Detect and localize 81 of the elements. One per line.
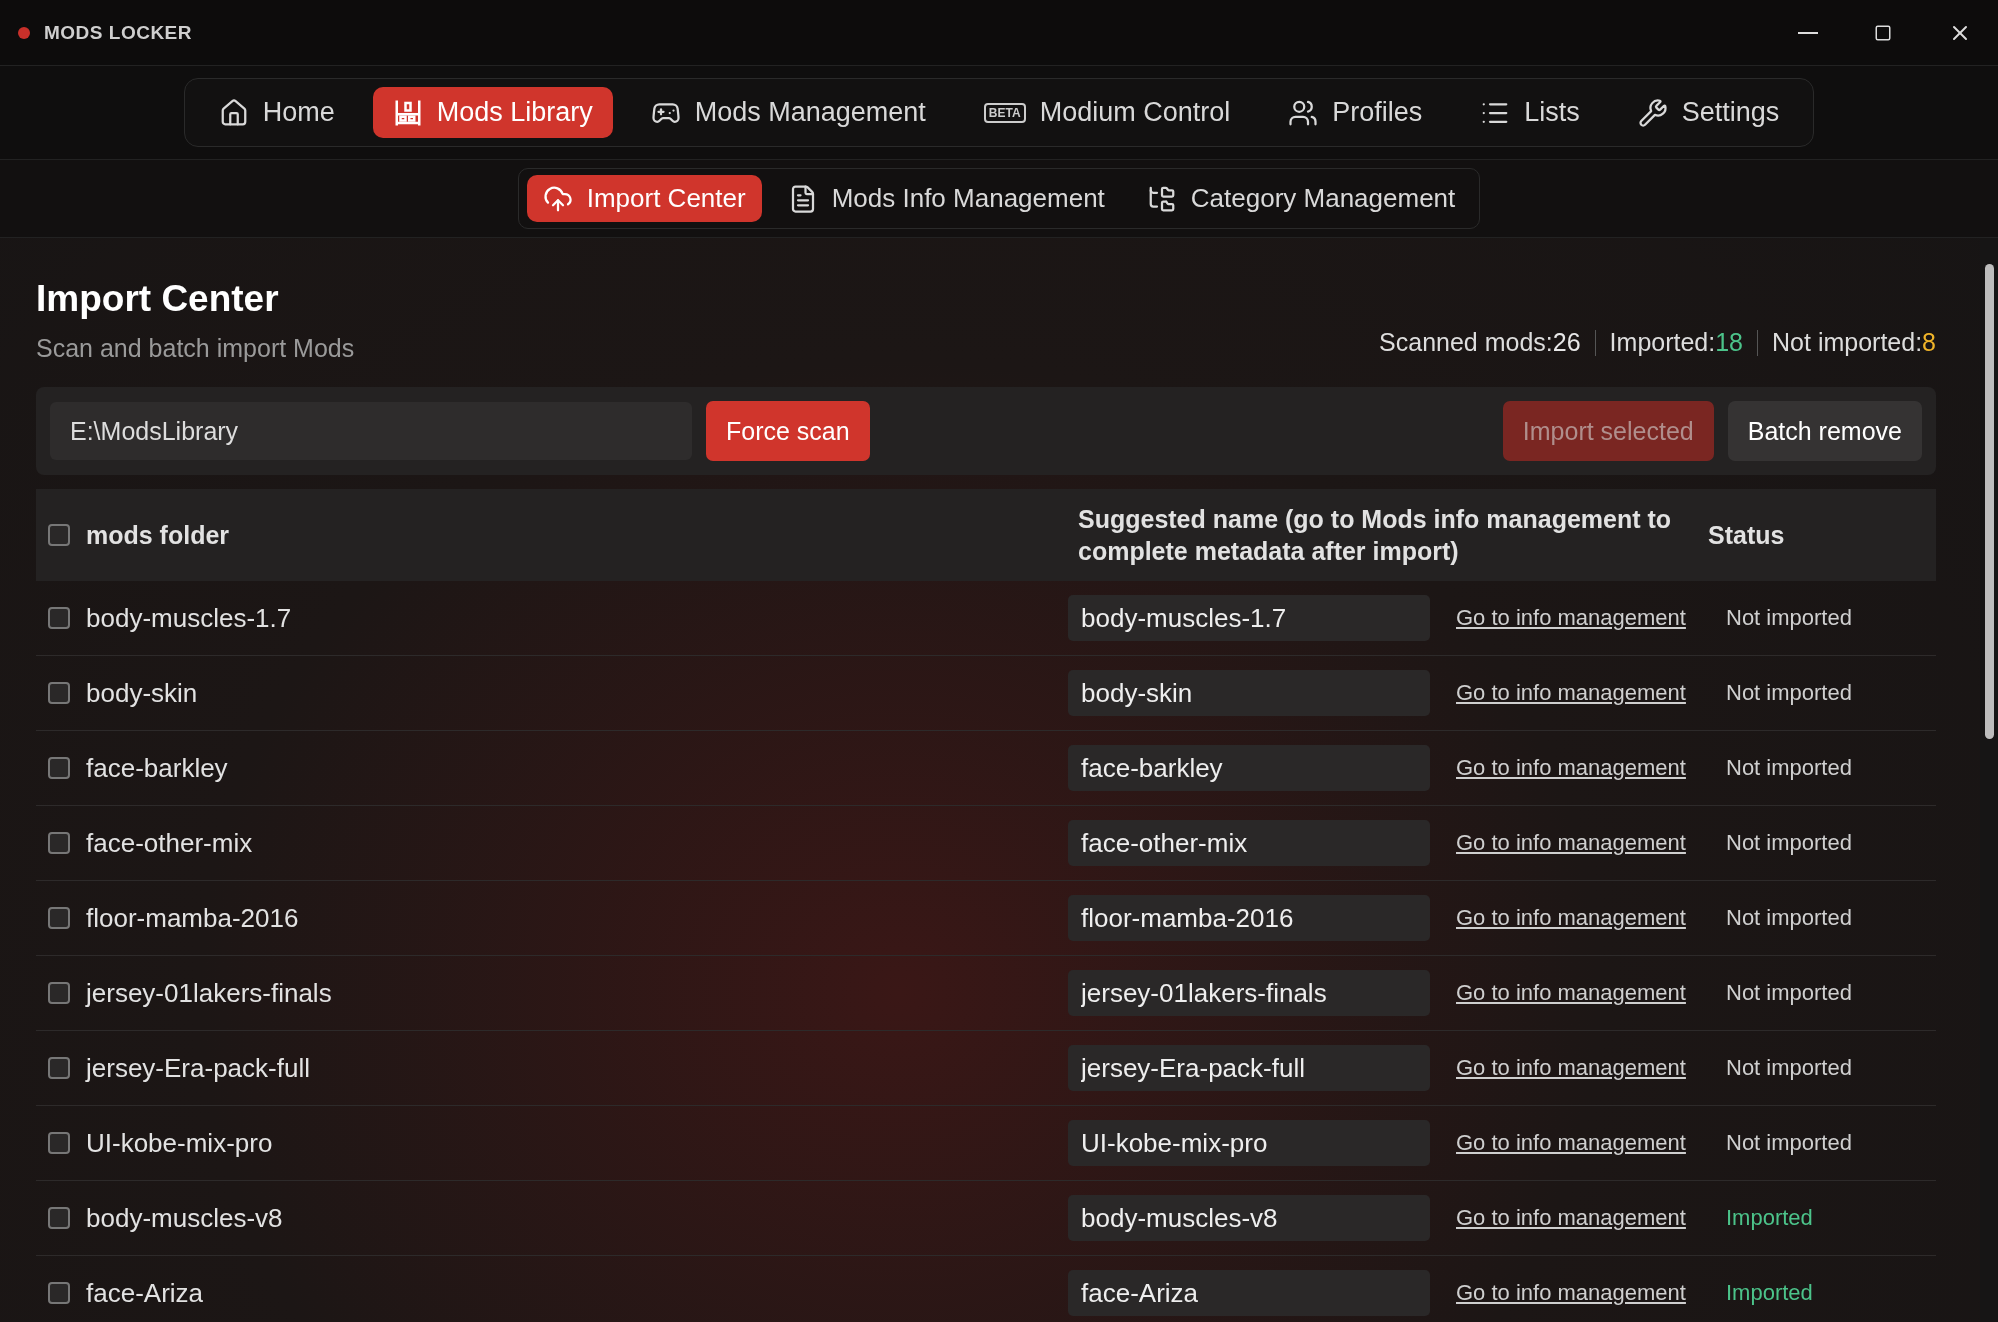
tools-icon	[1637, 97, 1668, 128]
suggested-name-field[interactable]: face-other-mix	[1068, 820, 1430, 866]
suggested-name-field[interactable]: jersey-01lakers-finals	[1068, 970, 1430, 1016]
stat-value: 8	[1922, 328, 1936, 357]
info-management-link[interactable]: Go to info management	[1456, 1280, 1726, 1306]
status-text: Imported	[1726, 1205, 1814, 1231]
suggested-name-field[interactable]: jersey-Era-pack-full	[1068, 1045, 1430, 1091]
info-management-link[interactable]: Go to info management	[1456, 1205, 1726, 1231]
force-scan-button[interactable]: Force scan	[706, 401, 870, 461]
folder-name: face-barkley	[86, 752, 228, 784]
status-text: Imported	[1726, 1280, 1814, 1306]
suggested-name-field[interactable]: floor-mamba-2016	[1068, 895, 1430, 941]
nav-tab[interactable]: Profiles	[1268, 87, 1443, 138]
stat-value: 18	[1715, 328, 1744, 357]
info-management-link[interactable]: Go to info management	[1456, 680, 1726, 706]
app-logo-dot	[18, 26, 30, 39]
folder-name: UI-kobe-mix-pro	[86, 1127, 273, 1159]
column-header: Suggested name (go to Mods info management to complete metadata after import)	[1078, 503, 1673, 567]
nav-tab[interactable]: Mods Management	[630, 87, 946, 138]
sub-nav-tab[interactable]: Category Management	[1130, 175, 1472, 222]
folder-name: body-skin	[86, 677, 198, 709]
row-checkbox[interactable]	[48, 982, 70, 1004]
nav-tab[interactable]: Home	[198, 87, 355, 138]
status-text: Not imported	[1726, 905, 1853, 931]
select-all-checkbox[interactable]	[48, 524, 70, 546]
status-text: Not imported	[1726, 680, 1853, 706]
info-management-link[interactable]: Go to info management	[1456, 605, 1726, 631]
stat-label: Imported:	[1609, 328, 1716, 357]
nav-tab[interactable]: BETA Modium Control	[963, 87, 1251, 138]
maximize-icon	[1874, 23, 1892, 42]
beta-badge: BETA	[983, 102, 1026, 123]
stat-label: Scanned mods:	[1379, 328, 1553, 357]
status-text: Not imported	[1726, 605, 1853, 631]
row-checkbox[interactable]	[48, 1132, 70, 1154]
suggested-name-field[interactable]: UI-kobe-mix-pro	[1068, 1120, 1430, 1166]
path-field[interactable]: E:\ModsLibrary	[50, 402, 692, 460]
column-header: Status	[1708, 519, 1785, 551]
info-management-link[interactable]: Go to info management	[1456, 980, 1726, 1006]
folder-name: face-Ariza	[86, 1277, 204, 1309]
nav-tab[interactable]: Lists	[1460, 87, 1600, 138]
minimize-icon	[1798, 31, 1818, 34]
row-checkbox[interactable]	[48, 607, 70, 629]
page-title: Import Center	[36, 278, 280, 320]
info-management-link[interactable]: Go to info management	[1456, 1130, 1726, 1156]
nav-tab[interactable]: Mods Library	[372, 87, 613, 138]
folder-name: body-muscles-1.7	[86, 602, 292, 634]
column-header: mods folder	[86, 519, 230, 551]
sub-nav-tab[interactable]: Mods Info Management	[771, 175, 1121, 222]
row-checkbox[interactable]	[48, 1207, 70, 1229]
suggested-name-field[interactable]: face-Ariza	[1068, 1270, 1430, 1316]
row-checkbox[interactable]	[48, 757, 70, 779]
status-text: Not imported	[1726, 1055, 1853, 1081]
suggested-name-field[interactable]: face-barkley	[1068, 745, 1430, 791]
row-checkbox[interactable]	[48, 1057, 70, 1079]
folder-name: jersey-01lakers-finals	[86, 977, 332, 1009]
row-checkbox[interactable]	[48, 832, 70, 854]
info-management-link[interactable]: Go to info management	[1456, 830, 1726, 856]
row-checkbox[interactable]	[48, 1282, 70, 1304]
suggested-name-field[interactable]: body-muscles-v8	[1068, 1195, 1430, 1241]
folder-name: face-other-mix	[86, 827, 253, 859]
suggested-name-field[interactable]: body-skin	[1068, 670, 1430, 716]
status-text: Not imported	[1726, 980, 1853, 1006]
folder-name: jersey-Era-pack-full	[86, 1052, 310, 1084]
folder-name: body-muscles-v8	[86, 1202, 283, 1234]
row-checkbox[interactable]	[48, 907, 70, 929]
status-text: Not imported	[1726, 830, 1853, 856]
info-management-link[interactable]: Go to info management	[1456, 905, 1726, 931]
status-text: Not imported	[1726, 1130, 1853, 1156]
status-text: Not imported	[1726, 755, 1853, 781]
row-checkbox[interactable]	[48, 682, 70, 704]
folder-name: floor-mamba-2016	[86, 902, 299, 934]
sub-nav-tab[interactable]: Import Center	[526, 175, 762, 222]
stat-label: Not imported:	[1772, 328, 1923, 357]
app-title: MODS LOCKER	[44, 21, 192, 44]
nav-tab[interactable]: Settings	[1617, 87, 1800, 138]
page-subtitle: Scan and batch import Mods	[36, 334, 355, 363]
info-management-link[interactable]: Go to info management	[1456, 755, 1726, 781]
batch-remove-button[interactable]: Batch remove	[1727, 401, 1922, 461]
stat-value: 26	[1552, 328, 1581, 357]
suggested-name-field[interactable]: body-muscles-1.7	[1068, 595, 1430, 641]
info-management-link[interactable]: Go to info management	[1456, 1055, 1726, 1081]
